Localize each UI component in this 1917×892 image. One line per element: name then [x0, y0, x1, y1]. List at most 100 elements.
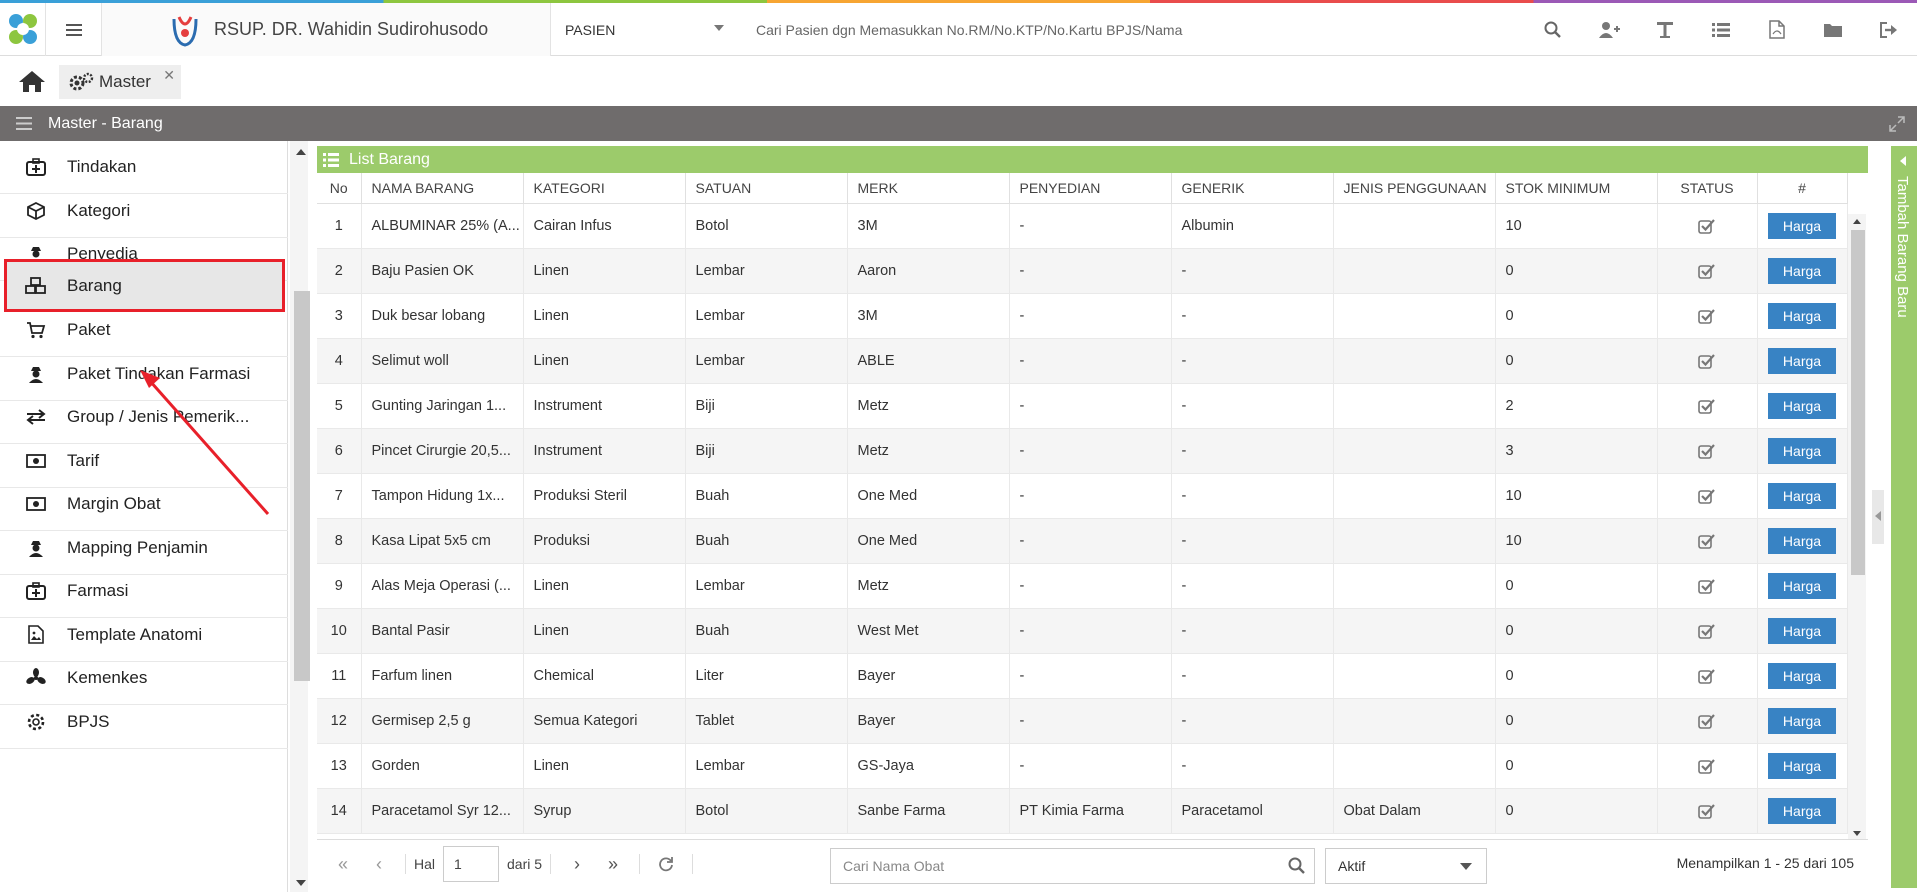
- first-page-button[interactable]: «: [325, 840, 361, 889]
- harga-button[interactable]: Harga: [1768, 617, 1836, 644]
- status-checkbox[interactable]: [1657, 293, 1758, 339]
- harga-button[interactable]: Harga: [1768, 392, 1836, 419]
- scroll-down-icon[interactable]: [296, 880, 306, 886]
- status-filter-select[interactable]: Aktif: [1325, 848, 1487, 884]
- home-button[interactable]: [18, 69, 46, 97]
- harga-button[interactable]: Harga: [1768, 572, 1836, 599]
- list-button[interactable]: [1693, 3, 1749, 56]
- table-row[interactable]: 7 Tampon Hidung 1x... Produksi Steril Buah O…: [317, 473, 1848, 519]
- column-header[interactable]: #: [1757, 173, 1848, 204]
- table-row[interactable]: 5 Gunting Jaringan 1... Instrument Biji Metz…: [317, 383, 1848, 429]
- drug-search-input[interactable]: Cari Nama Obat: [830, 848, 1315, 884]
- hamburger-menu-button[interactable]: [46, 3, 102, 56]
- harga-button[interactable]: Harga: [1768, 302, 1836, 329]
- search-icon[interactable]: [1288, 857, 1306, 875]
- harga-button[interactable]: Harga: [1768, 482, 1836, 509]
- harga-button[interactable]: Harga: [1768, 707, 1836, 734]
- logout-button[interactable]: [1861, 3, 1917, 56]
- page-number-input[interactable]: 1: [443, 846, 500, 882]
- column-header[interactable]: GENERIK: [1171, 173, 1334, 204]
- status-checkbox[interactable]: [1657, 473, 1758, 519]
- table-scrollbar[interactable]: [1848, 214, 1866, 840]
- next-page-button[interactable]: ›: [559, 840, 595, 889]
- column-header[interactable]: PENYEDIAN: [1009, 173, 1172, 204]
- search-button[interactable]: [1525, 3, 1581, 56]
- column-header[interactable]: JENIS PENGGUNAAN: [1333, 173, 1496, 204]
- app-logo[interactable]: [0, 3, 46, 56]
- action-cell: Harga: [1757, 788, 1848, 834]
- column-header[interactable]: SATUAN: [685, 173, 848, 204]
- patient-search-input[interactable]: Cari Pasien dgn Memasukkan No.RM/No.KTP/…: [756, 3, 1182, 56]
- status-checkbox[interactable]: [1657, 563, 1758, 609]
- harga-button[interactable]: Harga: [1768, 437, 1836, 464]
- sidebar-item-bpjs[interactable]: BPJS: [0, 696, 288, 749]
- checkbox-checked-icon: [1698, 578, 1715, 594]
- last-page-button[interactable]: »: [595, 840, 631, 889]
- expand-icon[interactable]: [1889, 116, 1905, 132]
- status-checkbox[interactable]: [1657, 338, 1758, 384]
- table-row[interactable]: 14 Paracetamol Syr 12... Syrup Botol Sanbe F…: [317, 788, 1848, 834]
- status-checkbox[interactable]: [1657, 203, 1758, 249]
- table-row[interactable]: 10 Bantal Pasir Linen Buah West Met - -0 Harga: [317, 608, 1848, 654]
- table-row[interactable]: 8 Kasa Lipat 5x5 cm Produksi Buah One Med - -1…: [317, 518, 1848, 564]
- harga-button[interactable]: Harga: [1768, 257, 1836, 284]
- panel-collapse-handle[interactable]: [1872, 490, 1884, 544]
- status-checkbox[interactable]: [1657, 788, 1758, 834]
- search-scope-select[interactable]: PASIEN: [551, 3, 736, 56]
- column-header[interactable]: MERK: [847, 173, 1010, 204]
- tab-master[interactable]: Master ✕: [59, 65, 181, 99]
- table-row[interactable]: 1 ALBUMINAR 25% (A... Cairan Infus Botol 3M -…: [317, 203, 1848, 249]
- table-cell: -: [1009, 428, 1172, 474]
- table-row[interactable]: 2 Baju Pasien OK Linen Lembar Aaron - -0 Harga: [317, 248, 1848, 294]
- harga-button[interactable]: Harga: [1768, 752, 1836, 779]
- table-row[interactable]: 6 Pincet Cirurgie 20,5... Instrument Biji Me…: [317, 428, 1848, 474]
- table-row[interactable]: 4 Selimut woll Linen Lembar ABLE - -0 Harga: [317, 338, 1848, 384]
- column-header[interactable]: STOK MINIMUM: [1495, 173, 1658, 204]
- scroll-up-icon[interactable]: [296, 149, 306, 155]
- sidebar-scrollbar[interactable]: [290, 141, 310, 892]
- status-checkbox[interactable]: [1657, 653, 1758, 699]
- status-checkbox[interactable]: [1657, 608, 1758, 654]
- column-header[interactable]: No: [317, 173, 362, 204]
- money-icon: [25, 450, 47, 472]
- table-row[interactable]: 12 Germisep 2,5 g Semua Kategori Tablet Baye…: [317, 698, 1848, 744]
- folder-button[interactable]: [1805, 3, 1861, 56]
- table-row[interactable]: 13 Gorden Linen Lembar GS-Jaya - -0 Harga: [317, 743, 1848, 789]
- text-button[interactable]: [1637, 3, 1693, 56]
- harga-button[interactable]: Harga: [1768, 527, 1836, 554]
- sidebar-item-label: Farmasi: [67, 581, 129, 600]
- column-header[interactable]: KATEGORI: [523, 173, 686, 204]
- status-checkbox[interactable]: [1657, 248, 1758, 294]
- harga-button[interactable]: Harga: [1768, 662, 1836, 689]
- table-row[interactable]: 11 Farfum linen Chemical Liter Bayer - -0 Harga: [317, 653, 1848, 699]
- table-row[interactable]: 3 Duk besar lobang Linen Lembar 3M - -0 Harga: [317, 293, 1848, 339]
- refresh-button[interactable]: [648, 840, 684, 889]
- sidebar: Tindakan Kategori Penyedia Barang Paket Paket…: [0, 141, 288, 892]
- status-checkbox[interactable]: [1657, 518, 1758, 564]
- scroll-down-icon[interactable]: [1853, 831, 1861, 836]
- column-header[interactable]: STATUS: [1657, 173, 1758, 204]
- scrollbar-thumb[interactable]: [1851, 230, 1865, 575]
- status-checkbox[interactable]: [1657, 383, 1758, 429]
- add-user-button[interactable]: [1581, 3, 1637, 56]
- status-checkbox[interactable]: [1657, 698, 1758, 744]
- scrollbar-thumb[interactable]: [294, 291, 310, 681]
- close-icon[interactable]: ✕: [163, 67, 175, 84]
- table-cell: 0: [1495, 563, 1658, 609]
- hamburger-icon[interactable]: [16, 117, 32, 130]
- table-row[interactable]: 9 Alas Meja Operasi (... Linen Lembar Metz - -…: [317, 563, 1848, 609]
- hospital-brand: RSUP. DR. Wahidin Sudirohusodo: [102, 3, 551, 56]
- harga-button[interactable]: Harga: [1768, 347, 1836, 374]
- scroll-up-icon[interactable]: [1853, 219, 1861, 224]
- table-cell: Liter: [685, 653, 848, 699]
- checkbox-checked-icon: [1698, 398, 1715, 414]
- status-checkbox[interactable]: [1657, 428, 1758, 474]
- harga-button[interactable]: Harga: [1768, 212, 1836, 239]
- table-cell: 5: [317, 383, 362, 429]
- pdf-button[interactable]: [1749, 3, 1805, 56]
- prev-page-button[interactable]: ‹: [361, 840, 397, 889]
- add-barang-side-button[interactable]: Tambah Barang Baru: [1891, 146, 1917, 888]
- harga-button[interactable]: Harga: [1768, 797, 1836, 824]
- status-checkbox[interactable]: [1657, 743, 1758, 789]
- column-header[interactable]: NAMA BARANG: [361, 173, 524, 204]
